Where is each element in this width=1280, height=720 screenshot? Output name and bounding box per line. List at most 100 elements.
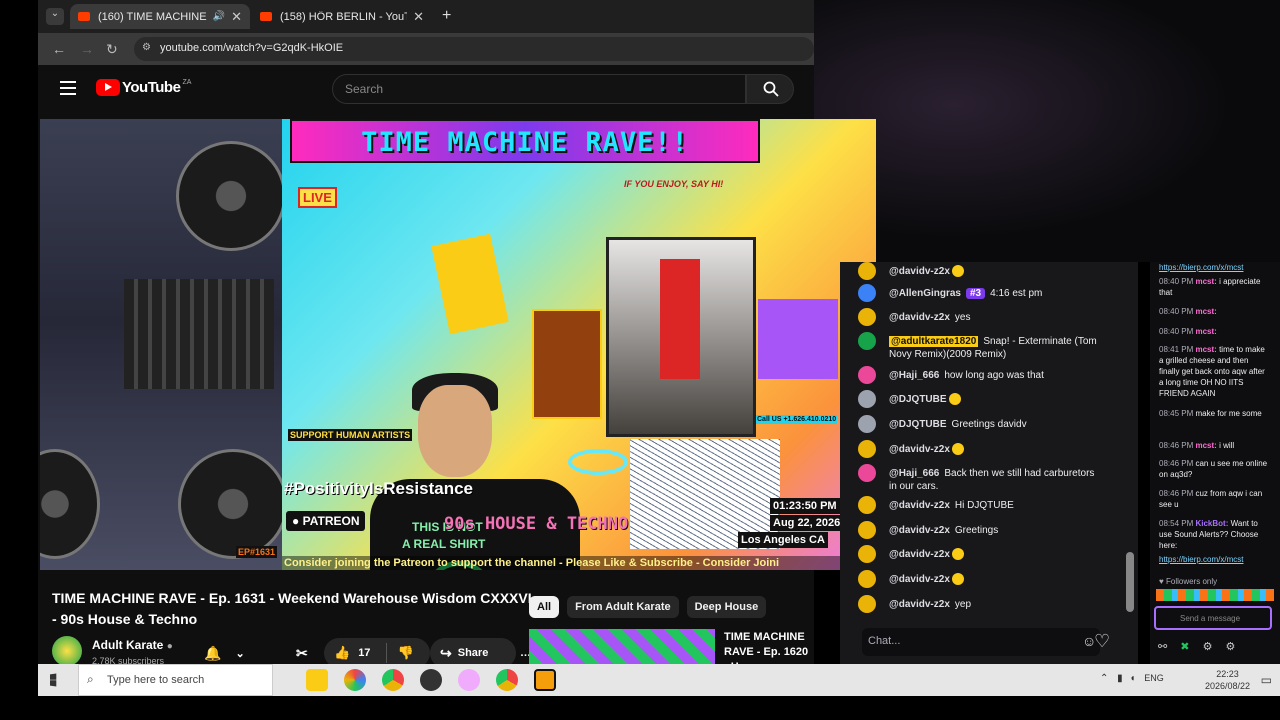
obs-icon[interactable]	[420, 669, 442, 691]
volume-icon[interactable]: ◖	[1129, 673, 1135, 684]
message-user[interactable]: mcst:	[1195, 277, 1216, 286]
chat-link[interactable]: https://bierp.com/x/mcst	[1159, 262, 1271, 273]
chat-username[interactable]: @DJQTUBE	[889, 394, 947, 405]
back-icon[interactable]: ←	[52, 41, 66, 57]
chat-username[interactable]: @AllenGingras	[889, 288, 961, 299]
live-chat-panel: @davidv-z2x @AllenGingras #3 4:16 est pm @da…	[840, 262, 1138, 664]
chat-avatar[interactable]	[858, 595, 876, 613]
side-chat-message: https://bierp.com/x/mcst	[1159, 554, 1271, 565]
kick-icon[interactable]: ✖	[1180, 641, 1189, 653]
taskbar-search-input[interactable]: ⌕ Type here to search	[78, 664, 273, 696]
app-icon-colorful[interactable]	[344, 669, 366, 691]
site-info-icon[interactable]: ⚙	[142, 42, 151, 53]
chrome-icon-2[interactable]	[496, 669, 518, 691]
chat-username[interactable]: @davidv-z2x	[889, 574, 950, 585]
chat-username[interactable]: @davidv-z2x	[889, 599, 950, 610]
gear-icon[interactable]: ⚙	[1203, 641, 1213, 653]
chat-avatar[interactable]	[858, 415, 876, 433]
taskbar-clock[interactable]: 22:23 2026/08/22	[1205, 668, 1250, 692]
stream-banner: TIME MACHINE RAVE!!	[290, 119, 760, 163]
taskbar: ⌕ Type here to search ⌃ ▮ ◖ ENG 22:23 20…	[38, 664, 1280, 696]
app-icon-active[interactable]	[534, 669, 556, 691]
rave-poster	[532, 309, 602, 419]
search-input[interactable]: Search	[332, 74, 746, 104]
chat-username[interactable]: @Haji_666	[889, 370, 939, 381]
youtube-logo[interactable]: YouTube ZA	[96, 79, 191, 96]
message-user[interactable]: mcst:	[1195, 307, 1216, 316]
chat-avatar[interactable]	[858, 440, 876, 458]
emote-row	[1156, 589, 1274, 601]
chat-username[interactable]: @davidv-z2x	[889, 500, 950, 511]
chip-from-channel[interactable]: From Adult Karate	[567, 596, 679, 618]
url-field[interactable]: ⚙ youtube.com/watch?v=G2qdK-HkOIE	[134, 37, 814, 61]
chat-avatar[interactable]	[858, 545, 876, 563]
chat-avatar[interactable]	[858, 570, 876, 588]
menu-icon[interactable]	[60, 81, 76, 95]
video-player[interactable]: THIS IS NOT A REAL SHIRT LIVE IF YOU ENJ…	[40, 119, 876, 570]
chat-avatar[interactable]	[858, 496, 876, 514]
message-user[interactable]: mcst:	[1195, 327, 1216, 336]
chat-avatar[interactable]	[858, 284, 876, 302]
heart-icon[interactable]: ♡	[1094, 631, 1110, 652]
language-indicator[interactable]: ENG	[1144, 673, 1164, 683]
chat-text: Greetings davidv	[951, 419, 1027, 430]
message-user[interactable]: mcst:	[1195, 441, 1216, 450]
chat-avatar[interactable]	[858, 366, 876, 384]
file-explorer-icon[interactable]	[306, 669, 328, 691]
chrome-icon[interactable]	[382, 669, 404, 691]
chat-username[interactable]: @davidv-z2x	[889, 549, 950, 560]
chat-input[interactable]: Chat... ☺	[862, 628, 1100, 656]
recommended-thumbnail[interactable]	[529, 629, 715, 664]
settings-icon[interactable]: ⚙	[1226, 641, 1236, 653]
chat-username[interactable]: @DJQTUBE	[889, 419, 947, 430]
notification-bell-button[interactable]: 🔔 ⌄	[194, 638, 256, 664]
recommended-title[interactable]: TIME MACHINE RAVE - Ep. 1620 - Ho...	[724, 630, 814, 664]
network-icon[interactable]: ▮	[1117, 673, 1123, 684]
share-button[interactable]: ↪ Share	[430, 638, 516, 664]
tab-time-machine-rave[interactable]: (160) TIME MACHINE RAVE 🔊 ✕	[70, 4, 250, 29]
chat-avatar[interactable]	[858, 390, 876, 408]
close-tab-icon[interactable]: ✕	[413, 9, 424, 25]
clip-button[interactable]: ✂	[290, 638, 320, 664]
chat-avatar[interactable]	[858, 464, 876, 482]
send-message-input[interactable]: Send a message	[1154, 606, 1272, 630]
chat-avatar[interactable]	[858, 308, 876, 326]
tab-search-button[interactable]: ⌄	[46, 8, 64, 25]
channel-name[interactable]: Adult Karate ●	[92, 638, 173, 652]
chat-username[interactable]: @davidv-z2x	[889, 312, 950, 323]
like-button[interactable]: 👍 17 👎	[324, 638, 430, 664]
banner-text: TIME MACHINE RAVE!!	[361, 127, 689, 158]
chip-all[interactable]: All	[529, 596, 560, 618]
forward-icon[interactable]: →	[80, 41, 94, 57]
chat-avatar[interactable]	[858, 262, 876, 280]
chat-avatar[interactable]	[858, 332, 876, 350]
audio-icon[interactable]: 🔊	[213, 11, 225, 22]
chip-deep-house[interactable]: Deep House	[686, 596, 767, 618]
new-tab-button[interactable]: +	[442, 7, 451, 25]
chat-username[interactable]: @adultkarate1820	[889, 336, 979, 347]
message-text: make for me some	[1195, 409, 1262, 418]
chat-username[interactable]: @davidv-z2x	[889, 266, 950, 277]
tab-hor-berlin[interactable]: (158) HÖR BERLIN - YouTube ✕	[252, 4, 432, 29]
close-tab-icon[interactable]: ✕	[231, 9, 242, 25]
notifications-icon[interactable]: ▭	[1261, 673, 1272, 687]
message-user[interactable]: KickBot:	[1195, 519, 1228, 528]
reload-icon[interactable]: ↻	[106, 41, 118, 58]
chevron-up-icon[interactable]: ⌃	[1100, 673, 1108, 684]
search-button[interactable]	[746, 74, 794, 104]
channel-avatar[interactable]	[52, 636, 82, 664]
chat-username[interactable]: @davidv-z2x	[889, 444, 950, 455]
windows-start-icon[interactable]	[50, 673, 57, 687]
chat-avatar[interactable]	[858, 521, 876, 539]
chat-input-placeholder: Chat...	[868, 635, 901, 647]
chat-username[interactable]: @davidv-z2x	[889, 525, 950, 536]
message-time: 08:40 PM	[1159, 307, 1194, 316]
chat-username[interactable]: @Haji_666	[889, 468, 939, 479]
message-user[interactable]: mcst:	[1195, 345, 1216, 354]
thumbs-down-icon[interactable]: 👎	[397, 645, 413, 661]
link-icon[interactable]: ⚯	[1158, 641, 1167, 653]
chat-scrollbar[interactable]	[1126, 552, 1134, 612]
location-overlay: Los Angeles CA	[738, 532, 828, 548]
chevron-down-icon: ⌄	[235, 647, 245, 660]
app-icon-pink[interactable]	[458, 669, 480, 691]
